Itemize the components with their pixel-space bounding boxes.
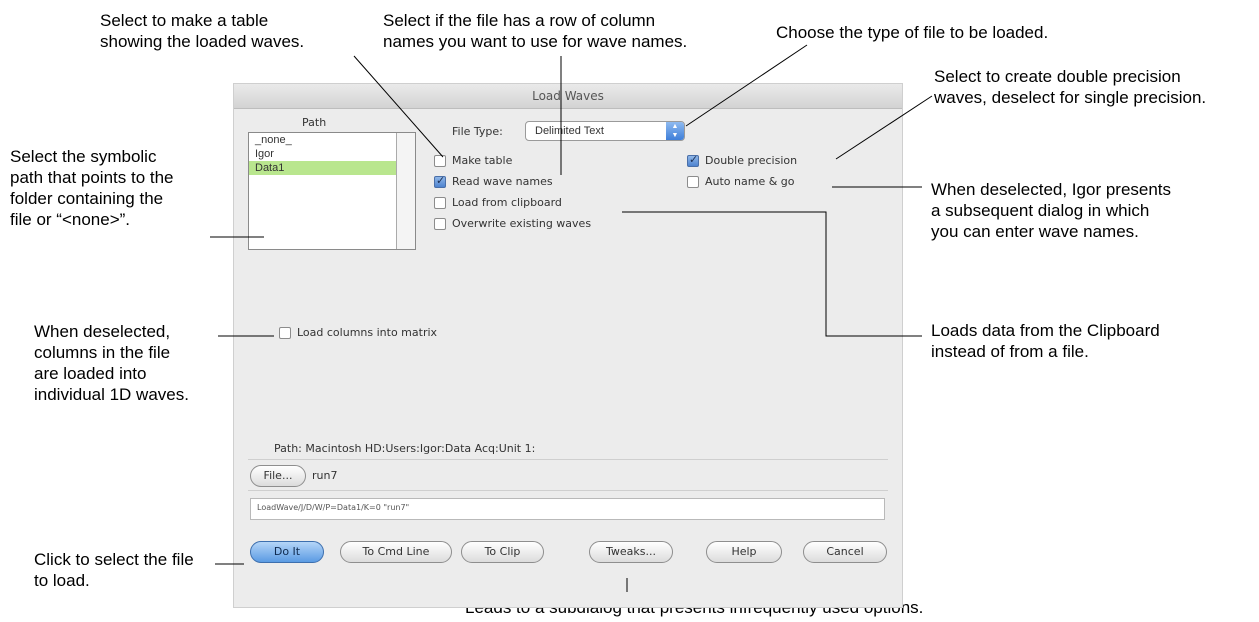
popup-arrows-icon: ▲ ▼ [666, 122, 684, 140]
annotation-load-matrix: When deselected, columns in the file are… [34, 322, 189, 404]
path-divider [248, 459, 888, 460]
double-precision-label: Double precision [705, 154, 798, 167]
overwrite-existing-label: Overwrite existing waves [452, 217, 592, 230]
help-button[interactable]: Help [706, 541, 782, 563]
do-it-button[interactable]: Do It [250, 541, 324, 563]
path-listbox[interactable]: _none_ Igor Data1 [248, 132, 416, 250]
annotation-auto-name: When deselected, Igor presents a subsequ… [931, 180, 1172, 241]
load-columns-matrix-checkbox[interactable]: Load columns into matrix [279, 326, 437, 339]
overwrite-existing-checkbox[interactable]: Overwrite existing waves [434, 217, 591, 230]
annotation-make-table: Select to make a table showing the loade… [100, 11, 305, 51]
tweaks-button[interactable]: Tweaks... [589, 541, 673, 563]
load-from-clipboard-label: Load from clipboard [452, 196, 562, 209]
file-name: run7 [312, 469, 338, 482]
double-precision-checkbox[interactable]: Double precision [687, 153, 798, 167]
annotation-symbolic-path: Select the symbolic path that points to … [10, 147, 174, 229]
command-field[interactable]: LoadWave/J/D/W/P=Data1/K=0 "run7" [250, 498, 885, 520]
file-type-label: File Type: [452, 125, 503, 138]
annotation-read-wave-names: Select if the file has a row of column n… [383, 11, 688, 51]
make-table-label: Make table [452, 154, 513, 167]
command-text: LoadWave/J/D/W/P=Data1/K=0 "run7" [257, 503, 410, 512]
load-from-clipboard-checkbox[interactable]: Load from clipboard [434, 196, 562, 209]
load-from-clipboard-box[interactable] [434, 196, 446, 209]
load-columns-matrix-label: Load columns into matrix [297, 326, 438, 339]
path-item-data1[interactable]: Data1 [249, 161, 401, 175]
read-wave-names-checkbox[interactable]: Read wave names [434, 174, 553, 188]
auto-name-go-label: Auto name & go [705, 175, 795, 188]
load-waves-dialog: Load Waves Path _none_ Igor Data1 File T… [233, 83, 903, 608]
cancel-button[interactable]: Cancel [803, 541, 887, 563]
annotation-file-type: Choose the type of file to be loaded. [776, 23, 1049, 42]
load-columns-matrix-box[interactable] [279, 326, 291, 339]
path-list-scrollbar[interactable] [396, 133, 415, 249]
annotation-do-it: Click to select the file to load. [34, 550, 194, 590]
file-type-popup[interactable]: Delimited Text ▲ ▼ [525, 121, 685, 141]
file-divider [248, 490, 888, 491]
read-wave-names-box[interactable] [434, 174, 446, 188]
file-type-value: Delimited Text [535, 125, 604, 137]
to-cmd-line-button[interactable]: To Cmd Line [340, 541, 452, 563]
dialog-title: Load Waves [234, 84, 902, 109]
file-button[interactable]: File... [250, 465, 306, 487]
read-wave-names-label: Read wave names [452, 175, 553, 188]
annotation-clipboard: Loads data from the Clipboard instead of… [931, 321, 1160, 361]
path-list-label: Path [302, 116, 327, 129]
path-item-none[interactable]: _none_ [249, 133, 415, 147]
auto-name-go-checkbox[interactable]: Auto name & go [687, 175, 795, 188]
path-display: Path: Macintosh HD:Users:Igor:Data Acq:U… [274, 442, 536, 455]
double-precision-box[interactable] [687, 153, 699, 167]
path-item-igor[interactable]: Igor [249, 147, 415, 161]
annotation-double-precision: Select to create double precision waves,… [934, 67, 1207, 107]
to-clip-button[interactable]: To Clip [461, 541, 544, 563]
overwrite-existing-box[interactable] [434, 217, 446, 230]
make-table-box[interactable] [434, 154, 446, 167]
auto-name-go-box[interactable] [687, 175, 699, 188]
make-table-checkbox[interactable]: Make table [434, 154, 512, 167]
